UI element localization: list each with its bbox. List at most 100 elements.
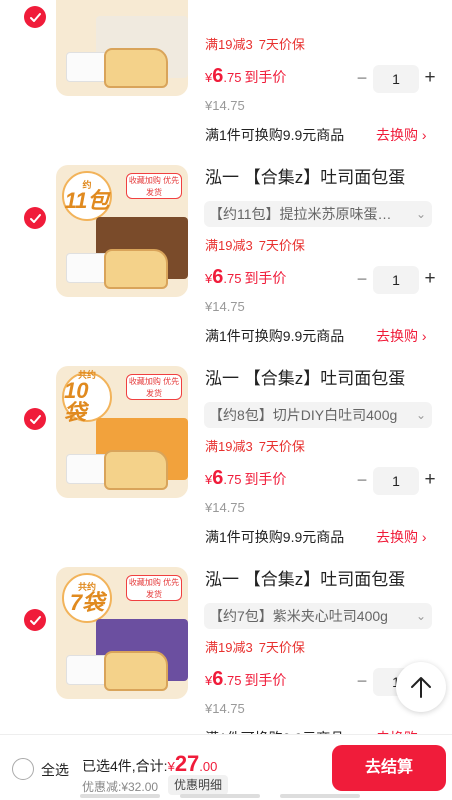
cart-item: 共约 10袋 收藏加购 优先发货 泓一 【合集z】吐司面包蛋 【约8包】切片DI… [0,364,452,565]
final-price: ¥6.75 到手价 [205,668,286,691]
swap-offer-link[interactable]: 去换购 › [376,326,427,346]
quantity-stepper: − 1 + [354,467,440,495]
discount-detail-button[interactable]: 优惠明细 [168,775,229,795]
quantity-stepper: − 1 + [354,65,440,93]
final-price: ¥6.75 到手价 [205,266,286,289]
item-checkbox[interactable] [24,6,46,28]
price-integer: 6 [212,266,224,288]
original-price: ¥14.75 [205,701,245,716]
chevron-down-icon: ⌄ [415,408,426,422]
spec-text: 【约11包】提拉米苏原味蛋… [209,206,392,222]
check-icon [29,213,41,223]
checkout-bar: 全选 已选4件,合计:¥27.00 优惠减:¥32.00 优惠明细 去结算 [0,734,452,800]
discount-label: 满19减3 [205,640,253,655]
decrease-button[interactable]: − [354,266,370,292]
discount-label: 满19减3 [205,37,253,52]
spec-text: 【约7包】紫米夹心吐司400g [209,608,388,624]
price-guarantee-label: 7天价保 [258,37,305,52]
original-price: ¥14.75 [205,98,245,113]
product-image[interactable]: 共约 7袋 收藏加购 优先发货 [56,567,188,699]
price-guarantee-label: 7天价保 [258,238,305,253]
promo-line: 满19减3 7天价保 [205,34,305,53]
total-integer: 27 [174,751,200,776]
decrease-button[interactable]: − [354,467,370,493]
price-guarantee-label: 7天价保 [258,439,305,454]
price-label: 到手价 [244,69,287,85]
price-decimal: .75 [223,271,242,286]
quantity-badge: 共约 10袋 [62,370,112,424]
chevron-down-icon: ⌄ [415,609,426,623]
increase-button[interactable]: + [422,467,438,493]
price-decimal: .75 [223,472,242,487]
product-image[interactable]: 共约 10袋 收藏加购 优先发货 [56,366,188,498]
item-checkbox[interactable] [24,207,46,229]
price-label: 到手价 [244,270,287,286]
price-label: 到手价 [244,471,287,487]
checkout-button[interactable]: 去结算 [332,745,446,791]
product-title[interactable]: 泓一 【合集z】吐司面包蛋 [205,163,405,188]
product-title[interactable]: 泓一 【合集z】吐司面包蛋 [205,565,405,590]
price-integer: 6 [212,668,224,690]
final-price: ¥6.75 到手价 [205,467,286,490]
spec-text: 【约8包】切片DIY白吐司400g [209,407,398,423]
check-icon [29,615,41,625]
price-integer: 6 [212,65,224,87]
promo-tag: 收藏加购 优先发货 [126,374,182,400]
quantity-value[interactable]: 1 [373,266,419,294]
increase-button[interactable]: + [422,266,438,292]
original-price: ¥14.75 [205,500,245,515]
promo-line: 满19减3 7天价保 [205,235,305,254]
swap-offer-text: 满1件可换购9.9元商品 [205,529,345,545]
discount-label: 满19减3 [205,439,253,454]
chevron-down-icon: ⌄ [415,207,426,221]
cart-item: 约 11包 收藏加购 优先发货 泓一 【合集z】吐司面包蛋 【约11包】提拉米苏… [0,163,452,364]
price-guarantee-label: 7天价保 [258,640,305,655]
item-checkbox[interactable] [24,609,46,631]
spec-selector[interactable]: 【约11包】提拉米苏原味蛋… ⌄ [204,201,432,227]
check-icon [29,12,41,22]
selected-count-text: 已选4件,合计: [82,758,168,774]
swap-offer-link[interactable]: 去换购 › [376,125,427,145]
product-title[interactable]: 泓一 【合集z】吐司面包蛋 [205,364,405,389]
cart-item-list: 泓一 休闲食品旗舰店 满19减37天价保 ¥6.75到手价 − 1 + ¥14.… [0,0,452,766]
swap-offer-text: 满1件可换购9.9元商品 [205,127,345,143]
swap-offer-link[interactable]: 去换购 › [376,527,427,547]
original-price: ¥14.75 [205,299,245,314]
gesture-bar [0,794,452,800]
selection-summary: 已选4件,合计:¥27.00 [82,751,217,777]
price-integer: 6 [212,467,224,489]
discount-label: 满19减3 [205,238,253,253]
decrease-button[interactable]: − [354,65,370,91]
arrow-up-icon [411,677,431,698]
quantity-value[interactable]: 1 [373,467,419,495]
spec-selector[interactable]: 【约8包】切片DIY白吐司400g ⌄ [204,402,432,428]
badge-number: 11包 [64,188,110,213]
check-icon [29,414,41,424]
promo-line: 满19减3 7天价保 [205,436,305,455]
select-all-radio[interactable] [12,758,34,780]
price-label: 到手价 [244,672,287,688]
final-price: ¥6.75 到手价 [205,65,286,88]
spec-selector[interactable]: 【约7包】紫米夹心吐司400g ⌄ [204,603,432,629]
promo-line: 满19减3 7天价保 [205,637,305,656]
total-currency: ¥ [167,759,175,774]
promo-tag: 收藏加购 优先发货 [126,173,182,199]
promo-tag: 收藏加购 优先发货 [126,575,182,601]
quantity-badge: 共约 7袋 [62,573,112,623]
decrease-button[interactable]: − [354,668,370,694]
item-checkbox[interactable] [24,408,46,430]
select-all-label[interactable]: 全选 [41,760,69,780]
quantity-badge: 约 11包 [62,171,112,221]
total-decimal: .00 [199,759,218,774]
increase-button[interactable]: + [422,65,438,91]
badge-number: 7袋 [69,590,105,615]
price-decimal: .75 [223,673,242,688]
product-image[interactable] [56,0,188,96]
discount-text: 优惠减:¥32.00 [82,780,159,794]
price-decimal: .75 [223,70,242,85]
swap-offer-text: 满1件可换购9.9元商品 [205,328,345,344]
total-price: ¥27.00 [167,751,218,776]
scroll-to-top-button[interactable] [396,662,446,712]
quantity-value[interactable]: 1 [373,65,419,93]
product-image[interactable]: 约 11包 收藏加购 优先发货 [56,165,188,297]
